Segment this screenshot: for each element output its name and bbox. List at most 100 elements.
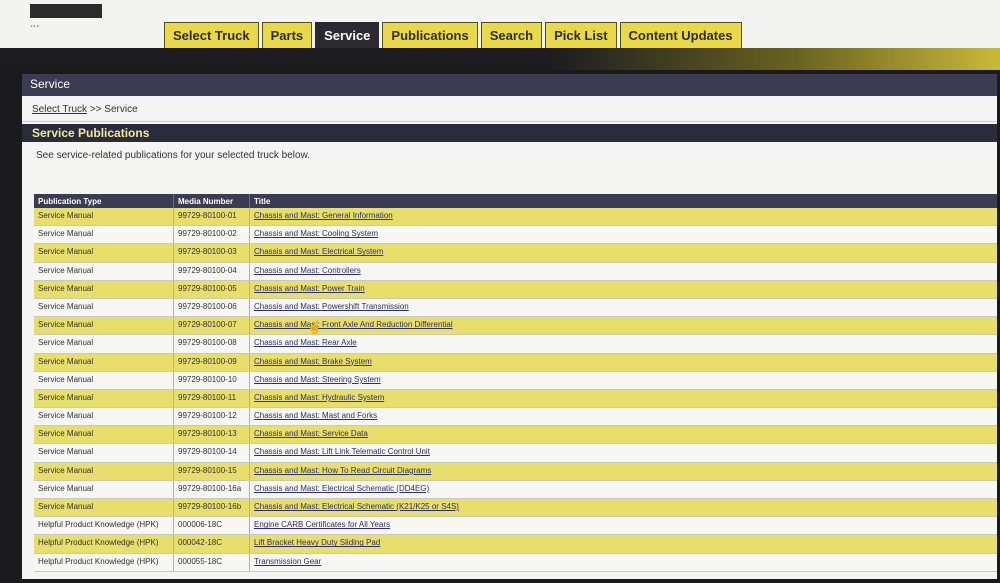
title-link[interactable]: Chassis and Mast: Front Axle And Reducti… — [250, 317, 997, 334]
table-row: Service Manual 99729-80100-12 Chassis and … — [34, 408, 997, 427]
table-row: Service Manual 99729-80100-14 Chassis and … — [34, 444, 997, 463]
media-number-cell: 99729-80100-13 — [174, 426, 250, 444]
title-link[interactable]: Chassis and Mast: Powershift Transmissio… — [250, 299, 997, 316]
publication-type-cell: Service Manual — [34, 426, 174, 444]
breadcrumb-select-truck-link[interactable]: Select Truck — [32, 104, 87, 115]
breadcrumb-current: Service — [104, 104, 138, 115]
table-row: Service Manual 99729-80100-06 Chassis and … — [34, 298, 997, 318]
header-band — [0, 48, 1000, 70]
table-row: Service Manual 99729-80100-08 Chassis and … — [34, 335, 997, 354]
title-link[interactable]: Chassis and Mast: How To Read Circuit Di… — [250, 463, 997, 480]
table-row: Service Manual 99729-80100-09 Chassis and … — [34, 353, 997, 372]
service-panel: Service Select Truck >> Service Service … — [22, 74, 997, 579]
title-link[interactable]: Chassis and Mast: Power Train — [250, 281, 997, 298]
main-tabs: Select Truck Parts Service Publications … — [164, 22, 742, 48]
title-link[interactable]: Chassis and Mast: Controllers — [250, 263, 997, 280]
panel-title: Service — [22, 74, 997, 96]
header-title[interactable]: Title — [250, 194, 997, 208]
header-publication-type[interactable]: Publication Type — [34, 194, 174, 208]
tab-content-updates[interactable]: Content Updates — [619, 22, 742, 48]
media-number-cell: 99729-80100-08 — [174, 335, 250, 353]
publication-type-cell: Service Manual — [34, 208, 174, 226]
table-row: Service Manual 99729-80100-10 Chassis and … — [34, 371, 997, 390]
title-link[interactable]: Chassis and Mast: Electrical System — [250, 244, 997, 261]
media-number-cell: 99729-80100-16b — [174, 499, 250, 517]
table-row: Service Manual 99729-80100-11 Chassis and … — [34, 389, 997, 409]
header-media-number[interactable]: Media Number — [174, 194, 250, 208]
title-link[interactable]: Chassis and Mast: Steering System — [250, 372, 997, 389]
media-number-cell: 99729-80100-06 — [174, 298, 250, 317]
publication-type-cell: Service Manual — [34, 371, 174, 389]
table-row: Service Manual 99729-80100-16a Chassis and… — [34, 480, 997, 499]
table-row: Service Manual 99729-80100-05 Chassis and … — [34, 280, 997, 299]
media-number-cell: 000042-18C — [174, 535, 250, 553]
media-number-cell: 99729-80100-14 — [174, 444, 250, 462]
tab-service[interactable]: Service — [315, 22, 380, 48]
publication-type-cell: Service Manual — [34, 462, 174, 480]
brand-logo — [30, 4, 102, 18]
publication-type-cell: Service Manual — [34, 244, 174, 262]
publication-type-cell: Service Manual — [34, 317, 174, 335]
title-link[interactable]: Chassis and Mast: Electrical Schematic (… — [250, 499, 997, 516]
title-link[interactable]: Chassis and Mast: Cooling System — [250, 226, 997, 243]
media-number-cell: 99729-80100-03 — [174, 244, 250, 262]
publication-type-cell: Service Manual — [34, 499, 174, 517]
title-link[interactable]: Chassis and Mast: Mast and Forks — [250, 408, 997, 425]
publication-type-cell: Service Manual — [34, 262, 174, 280]
logo-text: ... — [30, 18, 40, 30]
tab-parts[interactable]: Parts — [261, 22, 313, 48]
title-link[interactable]: Lift Bracket Heavy Duty Sliding Pad — [250, 535, 997, 552]
media-number-cell: 99729-80100-16a — [174, 480, 250, 498]
table-row: Service Manual 99729-80100-15 Chassis and … — [34, 462, 997, 481]
publication-type-cell: Service Manual — [34, 444, 174, 462]
table-row: Helpful Product Knowledge (HPK) 000006-18… — [34, 517, 997, 536]
media-number-cell: 99729-80100-01 — [174, 208, 250, 226]
publication-type-cell: Service Manual — [34, 389, 174, 408]
breadcrumb: Select Truck >> Service — [22, 96, 997, 122]
publication-type-cell: Helpful Product Knowledge (HPK) — [34, 517, 174, 535]
media-number-cell: 000006-18C — [174, 517, 250, 535]
title-link[interactable]: Chassis and Mast: General Information — [250, 208, 997, 225]
media-number-cell: 99729-80100-04 — [174, 262, 250, 280]
table-row: Service Manual 99729-80100-04 Chassis and … — [34, 262, 997, 281]
media-number-cell: 99729-80100-10 — [174, 371, 250, 389]
section-title: Service Publications — [22, 124, 997, 142]
publication-type-cell: Service Manual — [34, 280, 174, 298]
publication-type-cell: Helpful Product Knowledge (HPK) — [34, 535, 174, 553]
publication-type-cell: Service Manual — [34, 298, 174, 317]
media-number-cell: 000055-18C — [174, 553, 250, 571]
title-link[interactable]: Transmission Gear — [250, 554, 997, 571]
table-header: Publication Type Media Number Title — [34, 194, 997, 208]
table-body: Service Manual 99729-80100-01 Chassis and … — [34, 208, 997, 572]
tab-publications[interactable]: Publications — [382, 22, 478, 48]
title-link[interactable]: Chassis and Mast: Lift Link Telematic Co… — [250, 444, 997, 461]
media-number-cell: 99729-80100-12 — [174, 408, 250, 426]
media-number-cell: 99729-80100-09 — [174, 353, 250, 371]
title-link[interactable]: Chassis and Mast: Rear Axle — [250, 335, 997, 352]
publication-type-cell: Service Manual — [34, 480, 174, 498]
publications-table: Publication Type Media Number Title Serv… — [34, 194, 997, 572]
title-link[interactable]: Chassis and Mast: Hydraulic System — [250, 390, 997, 407]
table-row: Service Manual 99729-80100-02 Chassis and … — [34, 226, 997, 245]
tab-select-truck[interactable]: Select Truck — [164, 22, 259, 48]
title-link[interactable]: Chassis and Mast: Electrical Schematic (… — [250, 481, 997, 498]
media-number-cell: 99729-80100-02 — [174, 226, 250, 244]
media-number-cell: 99729-80100-11 — [174, 389, 250, 408]
media-number-cell: 99729-80100-07 — [174, 317, 250, 335]
publication-type-cell: Service Manual — [34, 353, 174, 371]
table-row: Service Manual 99729-80100-07 Chassis and … — [34, 317, 997, 336]
tab-pick-list[interactable]: Pick List — [545, 22, 617, 48]
breadcrumb-separator: >> — [89, 104, 102, 115]
mouse-cursor-icon: ☝ — [307, 320, 322, 334]
table-row: Service Manual 99729-80100-13 Chassis and … — [34, 426, 997, 445]
table-row: Helpful Product Knowledge (HPK) 000042-18… — [34, 535, 997, 554]
table-row: Service Manual 99729-80100-16b Chassis and… — [34, 499, 997, 518]
tab-search[interactable]: Search — [480, 22, 543, 48]
title-link[interactable]: Chassis and Mast: Brake System — [250, 354, 997, 371]
title-link[interactable]: Engine CARB Certificates for All Years — [250, 517, 997, 534]
table-row: Helpful Product Knowledge (HPK) 000055-18… — [34, 553, 997, 572]
title-link[interactable]: Chassis and Mast: Service Data — [250, 426, 997, 443]
media-number-cell: 99729-80100-15 — [174, 462, 250, 480]
table-row: Service Manual 99729-80100-01 Chassis and … — [34, 208, 997, 227]
table-row: Service Manual 99729-80100-03 Chassis and … — [34, 244, 997, 263]
